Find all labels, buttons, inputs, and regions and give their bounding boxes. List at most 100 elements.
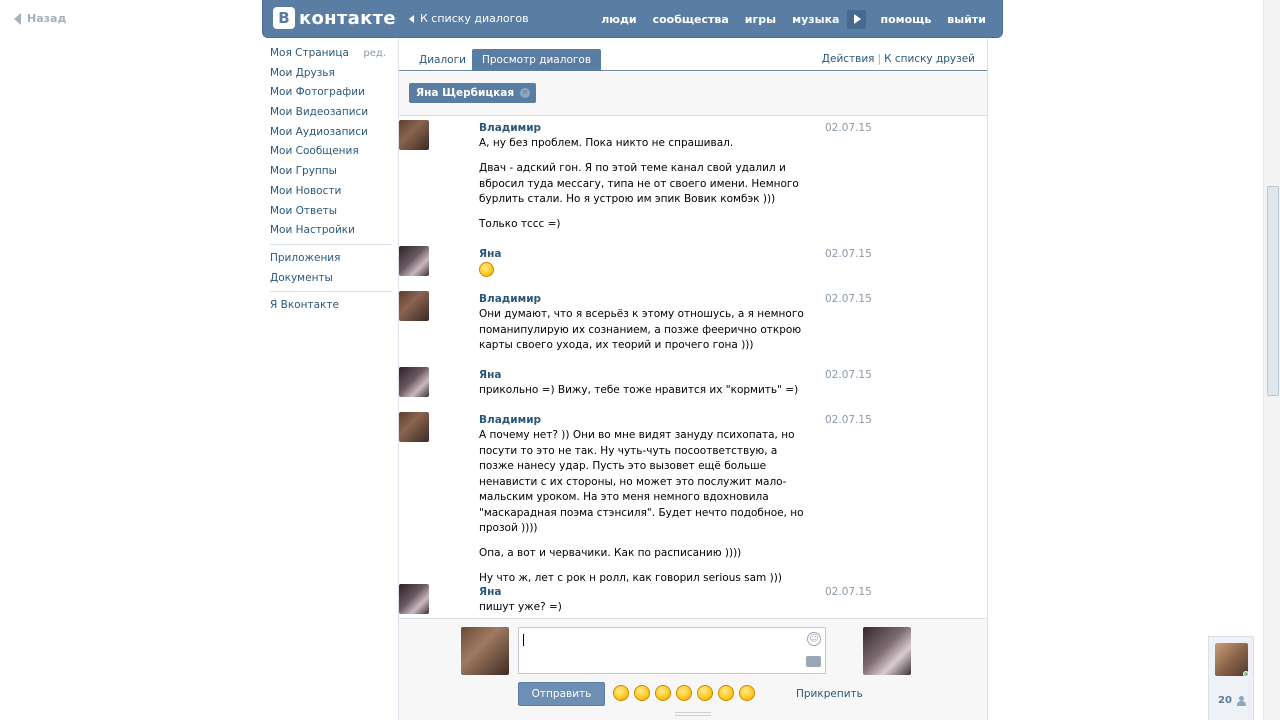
smiley-picker-icon[interactable]: ☺ xyxy=(807,632,821,646)
recipient-chip[interactable]: Яна Щербицкая ✕ xyxy=(409,83,537,103)
play-icon xyxy=(854,14,862,24)
attach-link[interactable]: Прикрепить xyxy=(796,688,863,700)
message-line: А почему нет? )) Они во мне видят зануду… xyxy=(479,429,804,534)
my-avatar[interactable] xyxy=(461,627,509,675)
scrollbar-thumb[interactable] xyxy=(1267,186,1279,396)
avatar[interactable] xyxy=(399,367,429,397)
filter-bar: Яна Щербицкая ✕ xyxy=(399,72,987,116)
message: Владимир 02.07.15 А почему нет? )) Они в… xyxy=(399,412,919,596)
edit-link[interactable]: ред. xyxy=(363,44,386,64)
nav-communities[interactable]: сообщества xyxy=(645,13,737,26)
message: Яна 02.07.15 пишут уже? =) xyxy=(399,584,919,618)
friends-online-widget[interactable]: 20 xyxy=(1208,636,1254,720)
message-date: 02.07.15 xyxy=(825,414,872,426)
message-date: 02.07.15 xyxy=(825,586,872,598)
menu-my-groups[interactable]: Мои Группы xyxy=(270,162,390,182)
message: Владимир 02.07.15 А, ну без проблем. Пок… xyxy=(399,120,919,242)
play-button[interactable] xyxy=(847,9,867,29)
message-text xyxy=(479,262,809,278)
header-actions: Действия | К списку друзей xyxy=(822,53,975,65)
menu-my-messages[interactable]: Мои Сообщения xyxy=(270,142,390,162)
send-button[interactable]: Отправить xyxy=(518,682,605,706)
page-scrollbar[interactable] xyxy=(1263,0,1280,720)
menu-my-videos[interactable]: Мои Видеозаписи xyxy=(270,103,390,123)
menu-documents[interactable]: Документы xyxy=(270,269,390,289)
top-header: В контакте К списку диалогов люди сообще… xyxy=(262,0,1003,38)
avatar[interactable] xyxy=(399,120,429,150)
flushed-emoji-icon[interactable] xyxy=(739,685,755,701)
nav-people[interactable]: люди xyxy=(593,13,644,26)
message-text: пишут уже? =) xyxy=(479,600,809,616)
nav-music[interactable]: музыка xyxy=(784,13,847,26)
online-indicator-icon xyxy=(1243,671,1249,677)
menu-my-photos[interactable]: Мои Фотографии xyxy=(270,83,390,103)
message-date: 02.07.15 xyxy=(825,248,872,260)
resize-grip[interactable] xyxy=(675,712,711,716)
composer: ☺ Отправить Прикрепить xyxy=(399,618,987,720)
message-date: 02.07.15 xyxy=(825,369,872,381)
remove-icon[interactable]: ✕ xyxy=(520,88,531,98)
message-list: Владимир 02.07.15 А, ну без проблем. Пок… xyxy=(399,116,987,618)
friends-list-link[interactable]: К списку друзей xyxy=(884,53,975,65)
menu-my-settings[interactable]: Мои Настройки xyxy=(270,221,390,241)
message-text: Они думают, что я всерьёз к этому отношу… xyxy=(479,307,809,354)
laughing-emoji-icon[interactable] xyxy=(613,685,629,701)
message-line: Только тссс =) xyxy=(479,218,561,230)
to-dialogs-list-label: К списку диалогов xyxy=(420,12,529,25)
message-line: А, ну без проблем. Пока никто не спрашив… xyxy=(479,137,734,149)
left-menu: Моя Страница ред. Мои Друзья Мои Фотогра… xyxy=(270,44,392,316)
message-text: прикольно =) Вижу, тебе тоже нравится их… xyxy=(479,383,809,399)
menu-my-news[interactable]: Мои Новости xyxy=(270,182,390,202)
wink-emoji-icon[interactable] xyxy=(718,685,734,701)
recipient-name: Яна Щербицкая xyxy=(416,87,515,99)
actions-link[interactable]: Действия xyxy=(822,53,875,65)
message-text: А, ну без проблем. Пока никто не спрашив… xyxy=(479,136,809,233)
main-panel: Диалоги Просмотр диалогов Действия | К спи… xyxy=(398,38,988,720)
wide-eyed-emoji-icon[interactable] xyxy=(697,685,713,701)
avatar[interactable] xyxy=(399,584,429,614)
menu-my-page[interactable]: Моя Страница ред. xyxy=(270,44,390,64)
menu-divider xyxy=(270,243,392,245)
message-date: 02.07.15 xyxy=(825,122,872,134)
to-dialogs-list-link[interactable]: К списку диалогов xyxy=(409,12,529,25)
surprised-emoji-icon[interactable] xyxy=(634,685,650,701)
top-nav: люди сообщества игры музыка помощь выйти xyxy=(593,0,994,38)
menu-my-answers[interactable]: Мои Ответы xyxy=(270,202,390,222)
message: Яна 02.07.15 прикольно =) Вижу, тебе тож… xyxy=(399,367,919,408)
menu-my-audio[interactable]: Мои Аудиозаписи xyxy=(270,123,390,143)
message-line: Они думают, что я всерьёз к этому отношу… xyxy=(479,308,804,351)
avatar[interactable] xyxy=(399,246,429,276)
divider: | xyxy=(877,53,882,65)
back-link[interactable]: Назад xyxy=(14,12,66,25)
tab-dialogs[interactable]: Диалоги xyxy=(409,49,476,71)
menu-item-label: Моя Страница xyxy=(270,47,349,59)
message-date: 02.07.15 xyxy=(825,293,872,305)
logo-letter: В xyxy=(273,7,295,29)
message-input[interactable]: ☺ xyxy=(518,627,826,674)
message: Яна 02.07.15 xyxy=(399,246,919,278)
vk-logo[interactable]: В контакте xyxy=(273,7,396,29)
message-line: пишут уже? =) xyxy=(479,601,562,613)
menu-about-vk[interactable]: Я Вконтакте xyxy=(270,296,390,316)
nav-help[interactable]: помощь xyxy=(872,13,939,26)
tabs-bar: Диалоги Просмотр диалогов Действия | К спи… xyxy=(399,49,987,71)
left-arrow-icon xyxy=(409,14,414,23)
text-caret xyxy=(523,634,524,646)
avatar[interactable] xyxy=(399,412,429,442)
tab-view-dialogs[interactable]: Просмотр диалогов xyxy=(472,49,602,71)
friends-count: 20 xyxy=(1218,695,1232,706)
menu-apps[interactable]: Приложения xyxy=(270,249,390,269)
back-arrow-icon xyxy=(14,12,21,25)
emoji-bar xyxy=(613,685,755,701)
back-label: Назад xyxy=(27,12,67,25)
menu-my-friends[interactable]: Мои Друзья xyxy=(270,64,390,84)
message-line: Двач - адский гон. Я по этой теме канал … xyxy=(479,162,799,205)
message-text: А почему нет? )) Они во мне видят зануду… xyxy=(479,428,809,587)
camera-icon[interactable] xyxy=(806,656,821,667)
blushing-emoji-icon[interactable] xyxy=(676,685,692,701)
shocked-emoji-icon[interactable] xyxy=(655,685,671,701)
nav-logout[interactable]: выйти xyxy=(939,13,994,26)
avatar[interactable] xyxy=(399,291,429,321)
recipient-avatar[interactable] xyxy=(863,627,911,675)
nav-games[interactable]: игры xyxy=(737,13,784,26)
